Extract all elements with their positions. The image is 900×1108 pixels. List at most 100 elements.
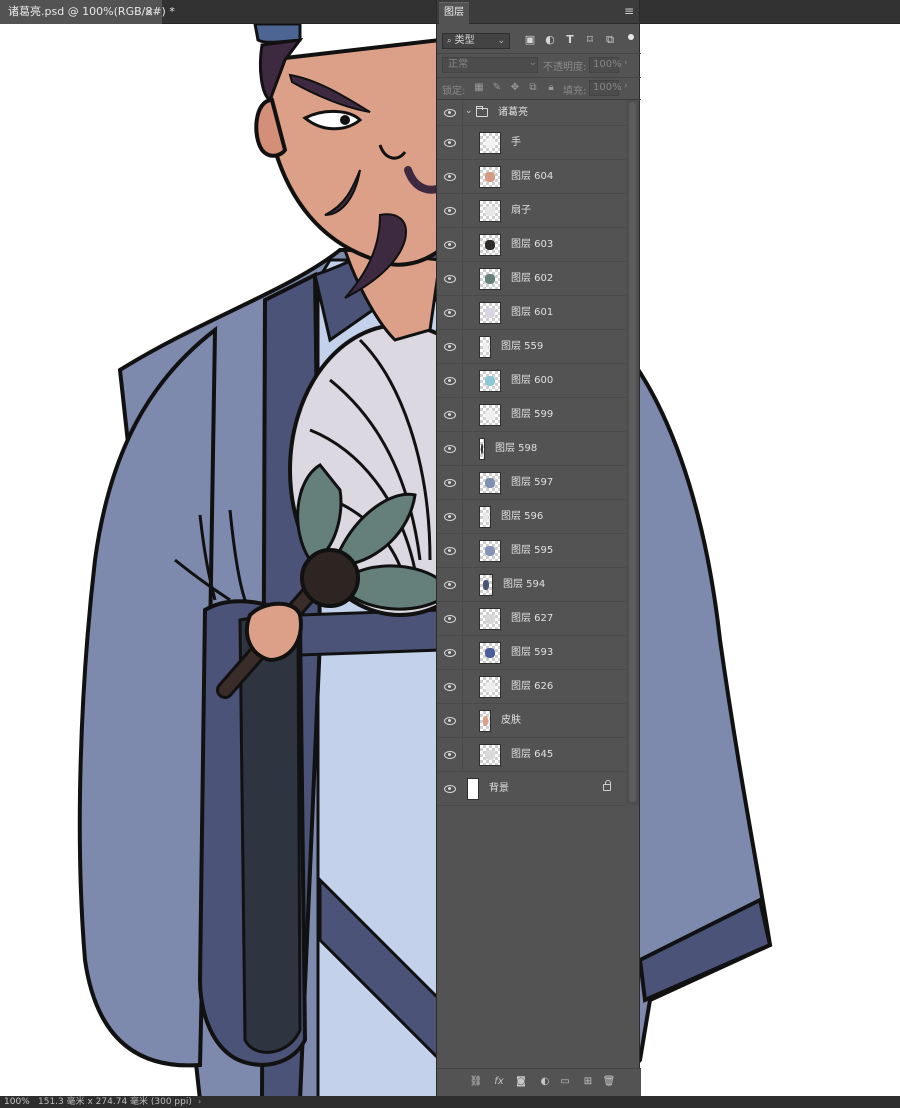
visibility-toggle[interactable] (437, 126, 463, 159)
layer-thumbnail[interactable] (479, 200, 501, 222)
visibility-toggle[interactable] (437, 262, 463, 295)
lock-artboard-icon[interactable]: ⧉ (527, 81, 539, 95)
fill-input[interactable]: 100% (589, 80, 622, 96)
layer-row[interactable]: 图层 602 (437, 262, 626, 296)
layer-thumbnail[interactable] (479, 370, 501, 392)
lock-all-icon[interactable]: 🔒︎ (545, 81, 557, 95)
close-icon[interactable]: × (144, 0, 154, 24)
layer-row[interactable]: 图层 604 (437, 160, 626, 194)
chevron-down-icon[interactable]: › (624, 58, 628, 68)
visibility-toggle[interactable] (437, 228, 463, 261)
lock-icon[interactable] (603, 780, 611, 791)
layer-row[interactable]: 图层 595 (437, 534, 626, 568)
layer-row[interactable]: 图层 596 (437, 500, 626, 534)
link-layers-icon[interactable]: ⛓ (469, 1075, 483, 1089)
chevron-right-icon[interactable]: › (198, 1096, 201, 1108)
layer-thumbnail[interactable] (479, 540, 501, 562)
layer-row[interactable]: 图层 599 (437, 398, 626, 432)
delete-layer-icon[interactable]: 🗑︎ (602, 1075, 616, 1089)
lock-image-icon[interactable]: ✎ (491, 81, 503, 95)
layer-thumbnail[interactable] (479, 438, 485, 460)
chevron-down-icon[interactable]: ⌄ (465, 106, 473, 116)
visibility-toggle[interactable] (437, 364, 463, 397)
visibility-toggle[interactable] (437, 296, 463, 329)
visibility-toggle[interactable] (437, 704, 463, 737)
lock-transparent-icon[interactable]: ▦ (473, 81, 485, 95)
document-tab[interactable]: 诸葛亮.psd @ 100%(RGB/8#) * × (0, 0, 175, 24)
filter-toggle[interactable] (628, 34, 634, 40)
layer-thumbnail[interactable] (479, 404, 501, 426)
filter-kind-select[interactable]: ⌕ 类型 ⌄ (442, 33, 510, 49)
eye-icon (444, 750, 456, 759)
visibility-toggle[interactable] (437, 636, 463, 669)
visibility-toggle[interactable] (437, 738, 463, 771)
layers-scrollbar[interactable] (626, 100, 639, 805)
layer-row[interactable]: 皮肤 (437, 704, 626, 738)
layer-row[interactable]: 图层 603 (437, 228, 626, 262)
layer-thumbnail[interactable] (479, 234, 501, 256)
layer-thumbnail[interactable] (479, 166, 501, 188)
thumbnail-content (485, 614, 495, 624)
visibility-toggle[interactable] (437, 772, 463, 805)
layer-thumbnail[interactable] (479, 642, 501, 664)
visibility-toggle[interactable] (437, 670, 463, 703)
visibility-toggle[interactable] (437, 194, 463, 227)
lock-position-icon[interactable]: ✥ (509, 81, 521, 95)
layer-thumbnail[interactable] (479, 302, 501, 324)
layer-thumbnail[interactable] (479, 132, 501, 154)
visibility-toggle[interactable] (437, 160, 463, 193)
image-filter-icon[interactable]: ▣ (523, 33, 537, 47)
layer-row[interactable]: 图层 598 (437, 432, 626, 466)
shape-filter-icon[interactable]: ⌑ (583, 33, 597, 47)
layer-row[interactable]: 图层 559 (437, 330, 626, 364)
layer-thumbnail[interactable] (479, 710, 491, 732)
adjustment-filter-icon[interactable]: ◐ (543, 33, 557, 47)
adjustment-layer-icon[interactable]: ◐ (538, 1075, 552, 1089)
visibility-toggle[interactable] (437, 568, 463, 601)
visibility-toggle[interactable] (437, 602, 463, 635)
layer-thumbnail[interactable] (479, 472, 501, 494)
new-group-icon[interactable]: ▭ (558, 1075, 572, 1089)
layer-row[interactable]: 图层 594 (437, 568, 626, 602)
layer-thumbnail[interactable] (479, 608, 501, 630)
layer-mask-icon[interactable]: ◙ (514, 1075, 528, 1089)
opacity-input[interactable]: 100% (589, 57, 622, 73)
chevron-down-icon[interactable]: › (624, 81, 628, 91)
layer-row[interactable]: 图层 627 (437, 602, 626, 636)
layer-row[interactable]: 图层 593 (437, 636, 626, 670)
visibility-toggle[interactable] (437, 100, 463, 125)
layer-row[interactable]: 图层 601 (437, 296, 626, 330)
layer-row[interactable]: 图层 645 (437, 738, 626, 772)
search-icon: ⌕ (447, 36, 452, 45)
layer-thumbnail[interactable] (479, 676, 501, 698)
type-filter-icon[interactable]: T (563, 33, 577, 47)
layer-thumbnail[interactable] (479, 268, 501, 290)
layer-thumbnail[interactable] (467, 778, 479, 800)
layer-thumbnail[interactable] (479, 506, 491, 528)
background-layer-row[interactable]: 背景 (437, 772, 626, 806)
zoom-level[interactable]: 100% (4, 1096, 30, 1108)
smart-object-filter-icon[interactable]: ⧉ (603, 33, 617, 47)
layer-row[interactable]: 图层 597 (437, 466, 626, 500)
new-layer-icon[interactable]: ⊞ (581, 1075, 595, 1089)
layer-row[interactable]: 手 (437, 126, 626, 160)
visibility-toggle[interactable] (437, 500, 463, 533)
layer-row[interactable]: 图层 626 (437, 670, 626, 704)
layer-thumbnail[interactable] (479, 744, 501, 766)
layer-thumbnail[interactable] (479, 336, 491, 358)
layer-row[interactable]: 扇子 (437, 194, 626, 228)
layer-row[interactable]: 图层 600 (437, 364, 626, 398)
visibility-toggle[interactable] (437, 330, 463, 363)
layer-group-row[interactable]: ⌄ 诸葛亮 (437, 100, 626, 126)
visibility-toggle[interactable] (437, 432, 463, 465)
fx-icon[interactable]: fx (492, 1075, 506, 1089)
thumbnail-content (485, 274, 495, 284)
visibility-toggle[interactable] (437, 534, 463, 567)
panel-menu-icon[interactable]: ≡ (624, 5, 634, 17)
tab-layers[interactable]: 图层 (439, 2, 469, 24)
visibility-toggle[interactable] (437, 398, 463, 431)
visibility-toggle[interactable] (437, 466, 463, 499)
blend-mode-select[interactable]: 正常 (442, 57, 538, 73)
scrollbar-thumb[interactable] (629, 102, 636, 802)
layer-thumbnail[interactable] (479, 574, 493, 596)
